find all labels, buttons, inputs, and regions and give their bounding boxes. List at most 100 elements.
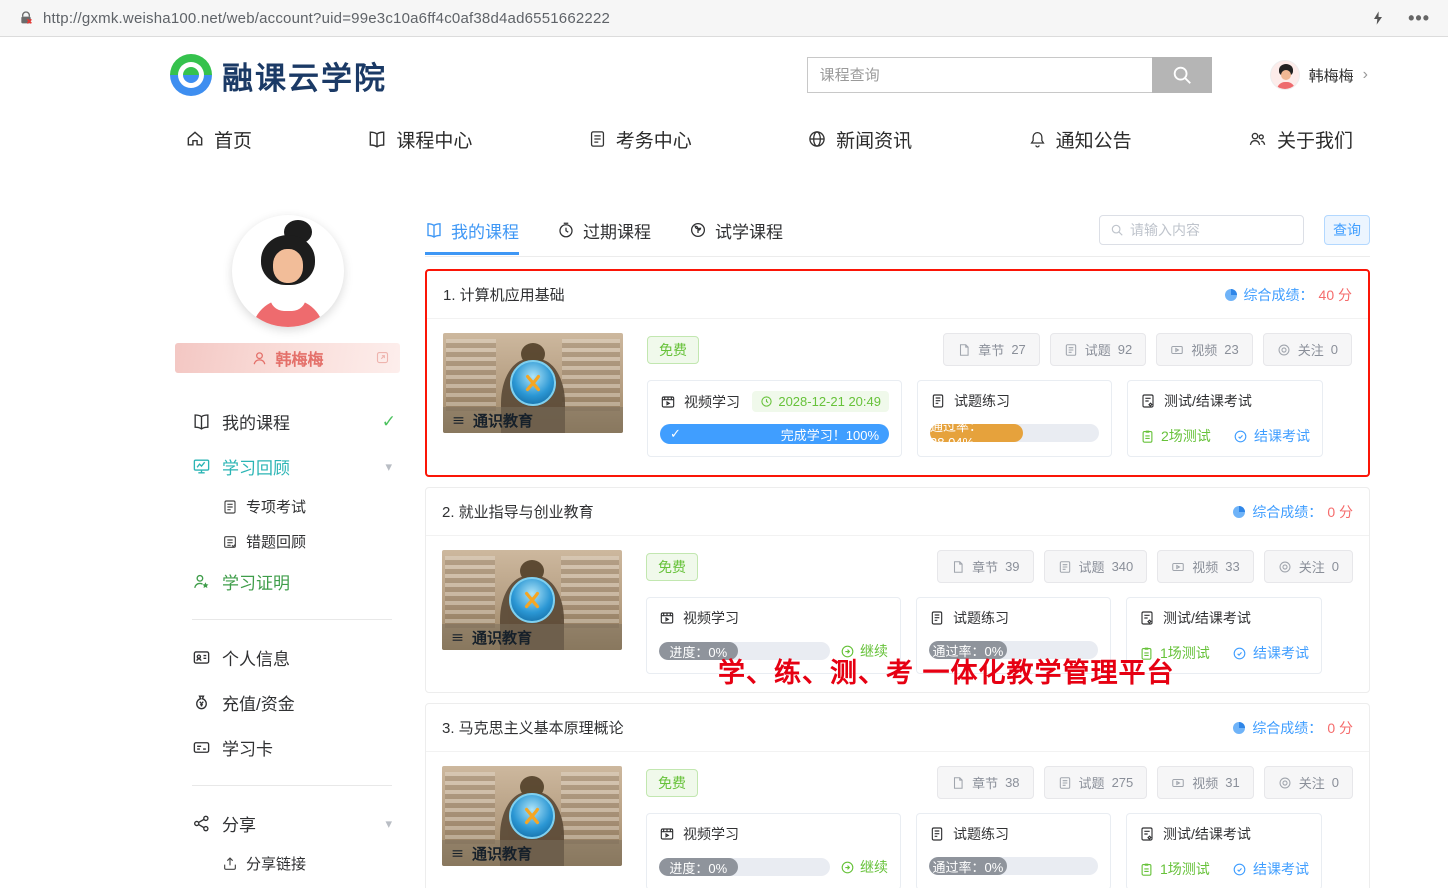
nav-news[interactable]: 新闻资讯 bbox=[807, 126, 912, 153]
nav-notices[interactable]: 通知公告 bbox=[1028, 126, 1132, 153]
bell-icon bbox=[1028, 129, 1047, 149]
course-thumbnail[interactable]: 通识教育 bbox=[443, 333, 623, 433]
free-tag: 免费 bbox=[647, 336, 699, 364]
score-value: 40 分 bbox=[1319, 285, 1352, 305]
layers-icon bbox=[451, 414, 466, 427]
sidebar-item-share[interactable]: 分享 ▾ bbox=[192, 801, 400, 846]
final-exam-link[interactable]: 结课考试 bbox=[1233, 426, 1310, 446]
stat-questions[interactable]: 试题340 bbox=[1044, 550, 1148, 583]
clock-icon bbox=[557, 221, 575, 239]
stat-follows[interactable]: 关注0 bbox=[1264, 550, 1353, 583]
list-search: 查询 bbox=[1099, 215, 1370, 245]
score-label: 综合成绩： bbox=[1244, 285, 1314, 305]
divider bbox=[192, 785, 392, 786]
person-star-icon bbox=[192, 572, 211, 591]
course-thumbnail[interactable]: 通识教育 bbox=[442, 550, 622, 650]
course-title[interactable]: 1. 计算机应用基础 bbox=[443, 284, 565, 305]
course-title[interactable]: 3. 马克思主义基本原理概论 bbox=[442, 717, 624, 738]
stat-questions[interactable]: 试题92 bbox=[1050, 333, 1146, 366]
stat-follows[interactable]: 关注0 bbox=[1263, 333, 1352, 366]
circle-arrow-icon bbox=[840, 860, 855, 875]
video-study-panel[interactable]: 视频学习 2028-12-21 20:49 ✓ 完成学习！100 bbox=[647, 380, 902, 457]
watermark-annotation: 学、练、测、考 一体化教学管理平台 bbox=[718, 651, 1175, 690]
stat-videos[interactable]: 视频31 bbox=[1157, 766, 1253, 799]
film-icon bbox=[659, 610, 675, 626]
user-name-banner[interactable]: 韩梅梅 bbox=[175, 343, 400, 373]
stat-chapters[interactable]: 章节27 bbox=[943, 333, 1039, 366]
target-icon bbox=[1232, 862, 1247, 877]
browser-address-bar[interactable]: http://gxmk.weisha100.net/web/account?ui… bbox=[0, 0, 1448, 37]
layers-icon bbox=[450, 631, 465, 644]
query-button[interactable]: 查询 bbox=[1324, 215, 1370, 245]
list-icon bbox=[1058, 560, 1072, 574]
card-icon bbox=[192, 738, 211, 757]
nav-about[interactable]: 关于我们 bbox=[1247, 126, 1353, 153]
sidebar-item-recharge[interactable]: 充值/资金 bbox=[192, 680, 400, 725]
list-icon bbox=[1058, 776, 1072, 790]
sidebar-item-special-exam[interactable]: 专项考试 bbox=[192, 489, 400, 524]
tests-link[interactable]: 2场测试 bbox=[1140, 426, 1211, 446]
sidebar-item-share-link[interactable]: 分享链接 bbox=[192, 846, 400, 881]
profile-avatar[interactable] bbox=[232, 215, 344, 327]
exam-panel[interactable]: 测试/结课考试 1场测试 结课考试 bbox=[1126, 813, 1322, 888]
book-icon bbox=[367, 129, 387, 149]
list-search-box[interactable] bbox=[1099, 215, 1304, 245]
url-text[interactable]: http://gxmk.weisha100.net/web/account?ui… bbox=[43, 10, 610, 27]
stat-chapters[interactable]: 章节39 bbox=[937, 550, 1033, 583]
expand-icon[interactable] bbox=[375, 350, 390, 365]
sidebar-item-wrong-review[interactable]: 错题回顾 bbox=[192, 524, 400, 559]
sidebar-item-my-friends[interactable]: 我的朋友 bbox=[192, 881, 400, 888]
nav-course-center[interactable]: 课程中心 bbox=[367, 126, 472, 153]
course-search bbox=[807, 57, 1212, 93]
tests-link[interactable]: 1场测试 bbox=[1139, 859, 1210, 879]
quiz-panel[interactable]: 试题练习 通过率：38.04% bbox=[917, 380, 1112, 457]
lightning-icon[interactable] bbox=[1370, 9, 1386, 27]
exam-panel[interactable]: 测试/结课考试 2场测试 结课考试 bbox=[1127, 380, 1323, 457]
tab-expired-courses[interactable]: 过期课程 bbox=[557, 218, 651, 243]
sidebar-item-profile[interactable]: 个人信息 bbox=[192, 635, 400, 680]
user-menu[interactable]: 韩梅梅 › bbox=[1270, 60, 1368, 90]
stat-videos[interactable]: 视频33 bbox=[1157, 550, 1253, 583]
list-search-input[interactable] bbox=[1130, 222, 1293, 238]
nav-exam-center[interactable]: 考务中心 bbox=[588, 126, 692, 153]
school-logo-badge bbox=[510, 360, 556, 406]
page-icon bbox=[951, 776, 965, 790]
logo-text: 融课云学院 bbox=[222, 53, 387, 98]
site-header: 融课云学院 韩梅梅 › bbox=[0, 37, 1448, 113]
page-icon bbox=[951, 560, 965, 574]
stat-chapters[interactable]: 章节38 bbox=[937, 766, 1033, 799]
course-search-input[interactable] bbox=[807, 57, 1152, 93]
check-icon: ✓ bbox=[382, 412, 400, 432]
final-exam-link[interactable]: 结课考试 bbox=[1232, 859, 1309, 879]
browser-menu-icon[interactable]: ••• bbox=[1408, 8, 1430, 29]
exam-doc-icon bbox=[222, 499, 238, 515]
nav-home[interactable]: 首页 bbox=[185, 126, 252, 153]
quiz-panel[interactable]: 试题练习 通过率：0% bbox=[916, 813, 1111, 888]
site-logo[interactable]: 融课云学院 bbox=[170, 53, 387, 98]
course-thumbnail[interactable]: 通识教育 bbox=[442, 766, 622, 866]
stat-follows[interactable]: 关注0 bbox=[1264, 766, 1353, 799]
banner-user-name: 韩梅梅 bbox=[275, 346, 323, 370]
video-study-panel[interactable]: 视频学习 进度：0% 继续 bbox=[646, 813, 901, 888]
final-exam-link[interactable]: 结课考试 bbox=[1232, 643, 1309, 663]
stat-questions[interactable]: 试题275 bbox=[1044, 766, 1148, 799]
pie-chart-icon bbox=[1231, 504, 1247, 520]
stat-videos[interactable]: 视频23 bbox=[1156, 333, 1252, 366]
list-icon bbox=[1064, 343, 1078, 357]
continue-link[interactable]: 继续 bbox=[840, 857, 888, 877]
sidebar-item-review[interactable]: 学习回顾 ▾ bbox=[192, 444, 400, 489]
film-icon bbox=[659, 826, 675, 842]
tab-my-courses[interactable]: 我的课程 bbox=[425, 218, 519, 243]
video-progress-bar: ✓ 完成学习！100% bbox=[660, 424, 889, 444]
tab-trial-courses[interactable]: 试学课程 bbox=[689, 218, 783, 243]
sidebar-item-my-courses[interactable]: 我的课程 ✓ bbox=[192, 399, 400, 444]
course-title[interactable]: 2. 就业指导与创业教育 bbox=[442, 501, 594, 522]
video-icon bbox=[1171, 776, 1185, 790]
sidebar-item-certificate[interactable]: 学习证明 bbox=[192, 559, 400, 604]
course-card-3: 3. 马克思主义基本原理概论 综合成绩： 0 分 通识教育 bbox=[425, 703, 1370, 888]
sidebar-item-study-card[interactable]: 学习卡 bbox=[192, 725, 400, 770]
deadline-pill: 2028-12-21 20:49 bbox=[752, 391, 889, 412]
course-search-button[interactable] bbox=[1152, 57, 1212, 93]
score-label: 综合成绩： bbox=[1252, 502, 1322, 522]
quiz-icon bbox=[929, 826, 945, 842]
